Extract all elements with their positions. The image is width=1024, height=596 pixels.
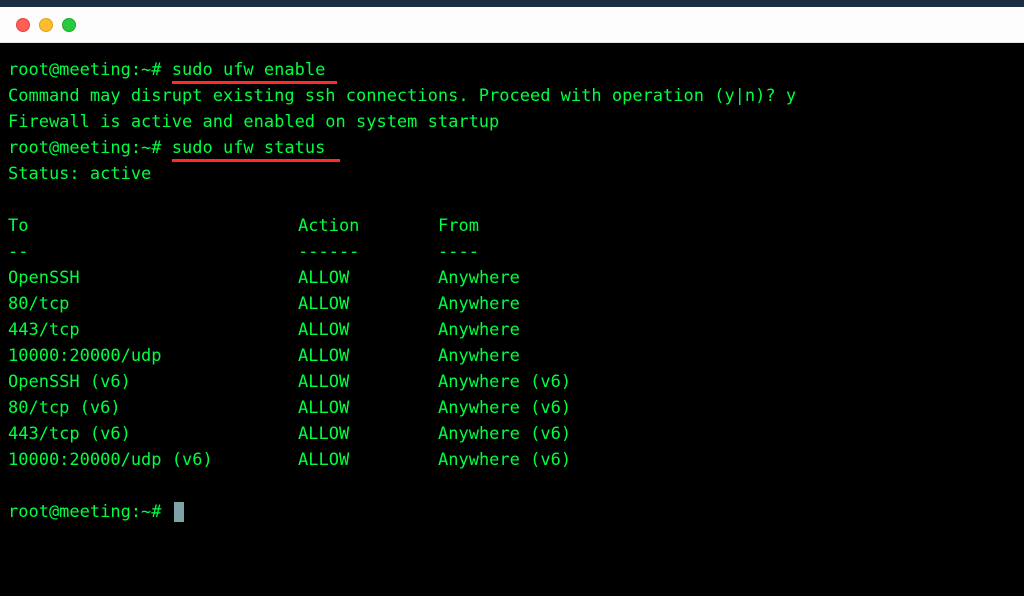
terminal-window: root@meeting:~# sudo ufw enable Command … (0, 7, 1024, 596)
prompt-line-2: root@meeting:~# sudo ufw status (8, 135, 1016, 161)
output-status: Status: active (8, 161, 1016, 187)
shell-prompt: root@meeting:~# (8, 60, 162, 80)
table-row: 10000:20000/udp (v6)ALLOWAnywhere (v6) (8, 447, 1016, 473)
cell-to: 80/tcp (8, 291, 298, 317)
output-confirm: Command may disrupt existing ssh connect… (8, 83, 1016, 109)
command-enable: sudo ufw enable (172, 57, 326, 83)
cell-from: Anywhere (v6) (438, 395, 1016, 421)
cursor (174, 502, 184, 522)
prompt-line-1: root@meeting:~# sudo ufw enable (8, 57, 1016, 83)
cell-action: ALLOW (298, 291, 438, 317)
cell-from: Anywhere (v6) (438, 447, 1016, 473)
cell-from: Anywhere (438, 291, 1016, 317)
cell-action: ALLOW (298, 343, 438, 369)
close-icon[interactable] (16, 18, 30, 32)
table-row: 443/tcpALLOWAnywhere (8, 317, 1016, 343)
table-row: 443/tcp (v6)ALLOWAnywhere (v6) (8, 421, 1016, 447)
minimize-icon[interactable] (39, 18, 53, 32)
cell-from: Anywhere (v6) (438, 421, 1016, 447)
cell-action: ALLOW (298, 447, 438, 473)
cell-from: Anywhere (438, 265, 1016, 291)
cell-action: ALLOW (298, 395, 438, 421)
cell-action: ALLOW (298, 265, 438, 291)
cell-to: 443/tcp (v6) (8, 421, 298, 447)
cell-to: 80/tcp (v6) (8, 395, 298, 421)
command-status: sudo ufw status (172, 135, 326, 161)
underline-annotation (172, 81, 337, 84)
table-row: OpenSSHALLOWAnywhere (8, 265, 1016, 291)
prompt-line-3: root@meeting:~# (8, 499, 1016, 525)
cell-to: 10000:20000/udp (v6) (8, 447, 298, 473)
blank-line (8, 473, 1016, 499)
titlebar[interactable] (0, 7, 1024, 43)
window-outer-strip (0, 0, 1024, 7)
cell-to: OpenSSH (8, 265, 298, 291)
table-row: 10000:20000/udpALLOWAnywhere (8, 343, 1016, 369)
cell-action: ALLOW (298, 369, 438, 395)
cell-to: 10000:20000/udp (8, 343, 298, 369)
cell-from: Anywhere (438, 317, 1016, 343)
cell-to: 443/tcp (8, 317, 298, 343)
firewall-rules-table: ToActionFrom ------------ OpenSSHALLOWAn… (8, 213, 1016, 473)
table-header-row: ToActionFrom (8, 213, 1016, 239)
cell-from: Anywhere (438, 343, 1016, 369)
cell-to: OpenSSH (v6) (8, 369, 298, 395)
table-row: 80/tcpALLOWAnywhere (8, 291, 1016, 317)
table-row: 80/tcp (v6)ALLOWAnywhere (v6) (8, 395, 1016, 421)
shell-prompt: root@meeting:~# (8, 138, 162, 158)
cell-action: ALLOW (298, 421, 438, 447)
col-header-from: From (438, 213, 1016, 239)
cell-from: Anywhere (v6) (438, 369, 1016, 395)
maximize-icon[interactable] (62, 18, 76, 32)
cell-action: ALLOW (298, 317, 438, 343)
table-row: OpenSSH (v6)ALLOWAnywhere (v6) (8, 369, 1016, 395)
underline-annotation (172, 159, 340, 162)
col-header-action: Action (298, 213, 438, 239)
output-enabled: Firewall is active and enabled on system… (8, 109, 1016, 135)
table-divider-row: ------------ (8, 239, 1016, 265)
shell-prompt: root@meeting:~# (8, 502, 162, 522)
col-header-to: To (8, 213, 298, 239)
terminal-body[interactable]: root@meeting:~# sudo ufw enable Command … (0, 43, 1024, 596)
